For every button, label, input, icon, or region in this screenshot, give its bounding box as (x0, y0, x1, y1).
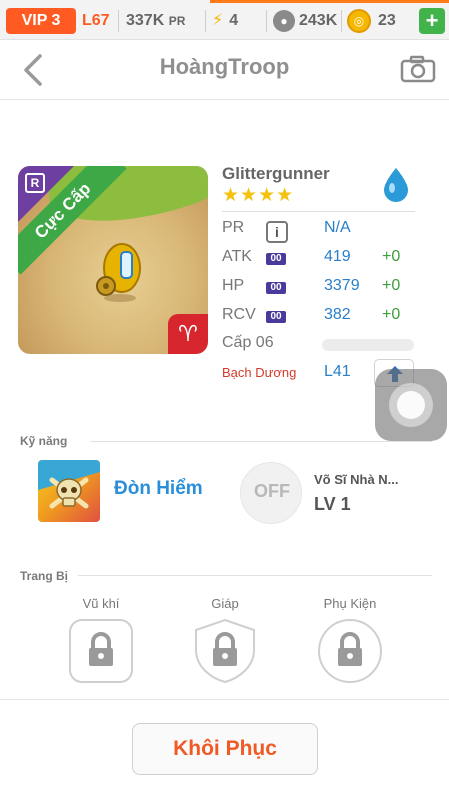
lock-icon (195, 618, 255, 684)
divider (78, 575, 432, 576)
hero-name: Glittergunner (222, 164, 330, 183)
camera-button[interactable] (400, 54, 436, 84)
divider (266, 10, 267, 32)
lock-icon (69, 619, 133, 683)
camera-icon (400, 55, 436, 83)
progress-line (210, 0, 449, 3)
player-level: L67 (82, 12, 110, 29)
equipment-section-title: Trang Bị (20, 569, 69, 583)
zodiac-level: L41 (324, 363, 351, 380)
restore-button[interactable]: Khôi Phục (132, 723, 318, 775)
accessory-slot[interactable] (317, 618, 383, 684)
stat-value: 419 (324, 248, 351, 265)
lock-icon (318, 619, 382, 683)
passive-skill-name: Võ Sĩ Nhà N... (314, 472, 399, 487)
stat-boost-icon: 00 (266, 253, 286, 265)
stat-value: 3379 (324, 277, 360, 294)
add-currency-button[interactable]: + (419, 8, 445, 34)
info-icon[interactable]: i (266, 221, 288, 243)
energy-value: 4 (229, 12, 239, 29)
paw-counter: 243K (299, 12, 338, 29)
zodiac-name: Bạch Dương (222, 365, 297, 380)
assistive-touch-button[interactable] (375, 369, 447, 441)
passive-skill-level: LV 1 (314, 494, 351, 514)
divider (0, 699, 449, 700)
active-skill-name: Đòn Hiểm (114, 478, 203, 499)
accessory-slot-label: Phụ Kiện (323, 596, 377, 611)
page-header: HoàngTroop (0, 40, 449, 100)
active-skill-icon[interactable] (38, 460, 100, 522)
level-row: Cấp 06 (222, 334, 422, 358)
star-rating: ★★★★ (222, 185, 295, 206)
armor-slot-label: Giáp (211, 596, 239, 611)
weapon-slot[interactable] (68, 618, 134, 684)
stat-label: RCV (222, 306, 256, 323)
power-rating-value: 337K (126, 12, 165, 29)
stat-label: ATK (222, 248, 252, 265)
water-element-icon (384, 168, 408, 202)
zodiac-badge: ♈ (168, 314, 208, 354)
passive-skill-toggle[interactable]: OFF (240, 462, 302, 524)
stat-bonus: +0 (382, 277, 401, 294)
energy-counter[interactable]: ⚡ 4 (212, 8, 238, 34)
stat-row-hp: HP 00 3379 +0 (222, 277, 422, 301)
passive-state: OFF (254, 481, 290, 501)
stat-value: N/A (324, 219, 351, 236)
divider (118, 10, 119, 32)
divider (90, 441, 432, 442)
level-label: Cấp 06 (222, 334, 274, 351)
stat-row-rcv: RCV 00 382 +0 (222, 306, 422, 330)
divider (341, 10, 342, 32)
coin-counter: 23 (378, 12, 396, 29)
lightning-icon: ⚡ (212, 12, 224, 29)
stat-label: PR (222, 219, 245, 236)
stat-row-atk: ATK 00 419 +0 (222, 248, 422, 272)
assistive-dot (397, 391, 425, 419)
stat-bonus: +0 (382, 306, 401, 323)
weapon-slot-label: Vũ khí (82, 596, 120, 611)
divider (222, 211, 415, 212)
armor-slot[interactable] (192, 618, 258, 684)
creature-icon (96, 243, 141, 302)
skills-section-title: Kỹ năng (20, 434, 68, 448)
stat-row-pr: PR i N/A (222, 219, 422, 243)
coin-icon: ◎ (347, 9, 371, 33)
power-rating-unit: PR (168, 14, 186, 28)
level-progress-bar (322, 339, 414, 351)
power-rating: 337K PR (126, 8, 185, 34)
status-bar: VIP 3 L67 337K PR ⚡ 4 ● 243K ◎ 23 + (0, 0, 449, 40)
divider (205, 10, 206, 32)
skull-icon (49, 477, 89, 509)
stat-boost-icon: 00 (266, 282, 286, 294)
stat-label: HP (222, 277, 245, 294)
vip-badge[interactable]: VIP 3 (6, 8, 76, 34)
rarity-badge: R (25, 173, 45, 193)
stat-value: 382 (324, 306, 351, 323)
hero-portrait[interactable]: R Cực Cấp ♈ (18, 166, 208, 354)
stat-boost-icon: 00 (266, 311, 286, 323)
page-title: HoàngTroop (159, 54, 290, 79)
paw-icon: ● (273, 10, 295, 32)
stat-bonus: +0 (382, 248, 401, 265)
